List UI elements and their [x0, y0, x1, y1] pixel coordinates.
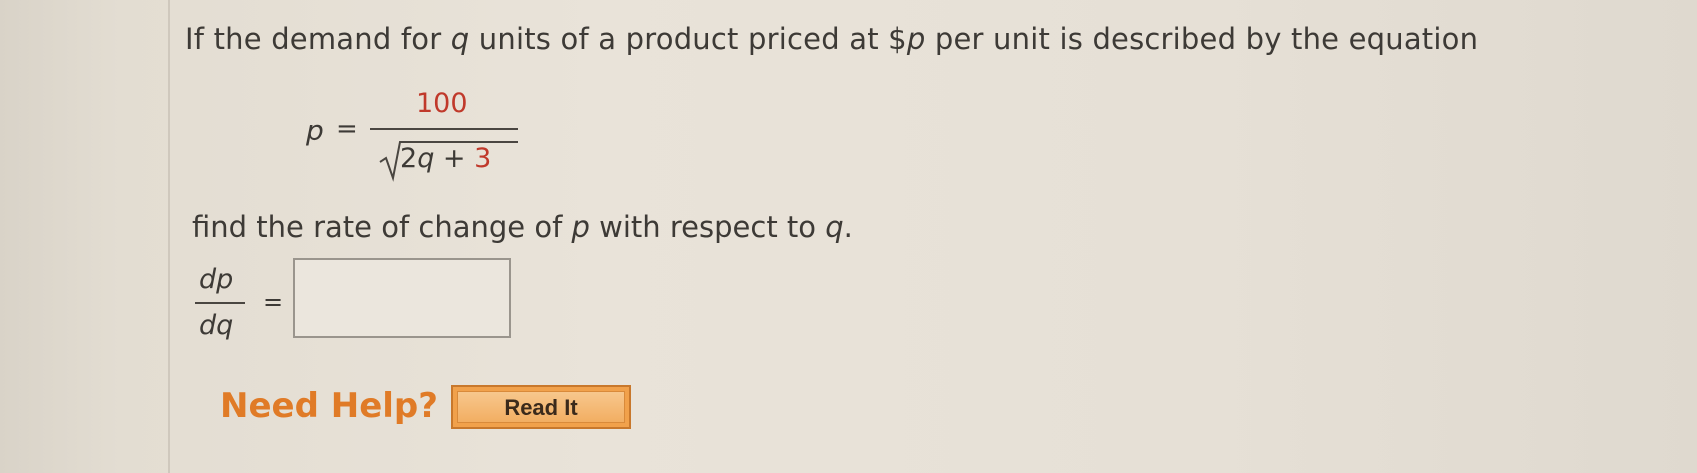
instruction-text-part: find the rate of change of — [192, 210, 572, 244]
derivative-label: dp dq = — [195, 258, 285, 348]
equation-lhs: p — [306, 114, 324, 147]
question-text-part: units of a product priced at $ — [469, 22, 907, 56]
fraction-denominator: 2q + 3 — [378, 138, 518, 182]
instruction-text: find the rate of change of p with respec… — [192, 210, 853, 244]
panel-divider — [168, 0, 170, 473]
instruction-text-part: with respect to — [589, 210, 826, 244]
variable-q: q — [825, 210, 844, 244]
variable-q: q — [450, 22, 470, 56]
question-text-part: If the demand for — [185, 22, 451, 56]
radicand-coefficient: 2 — [400, 143, 418, 174]
derivative-denominator: dq — [199, 310, 234, 341]
instruction-text-part: . — [843, 210, 853, 244]
radicand: 2q + 3 — [400, 143, 491, 174]
derivative-equals-sign: = — [263, 288, 284, 316]
derivative-fraction-bar — [195, 302, 245, 304]
question-panel: If the demand for q units of a product p… — [0, 0, 1697, 473]
read-it-button[interactable]: Read It — [451, 385, 631, 429]
question-text: If the demand for q units of a product p… — [185, 22, 1478, 56]
demand-equation: p = 100 2q + 3 — [300, 80, 540, 190]
variable-p: p — [571, 210, 590, 244]
question-text-part: per unit is described by the equation — [925, 22, 1479, 56]
need-help-label: Need Help? — [220, 386, 438, 426]
derivative-numerator: dp — [199, 264, 234, 295]
radicand-variable: q — [417, 143, 435, 174]
answer-input[interactable] — [293, 258, 511, 338]
read-it-button-label[interactable]: Read It — [457, 391, 625, 423]
fraction-bar — [370, 128, 518, 130]
radicand-constant: 3 — [474, 143, 492, 174]
equation-equals-sign: = — [336, 114, 358, 144]
fraction-numerator: 100 — [416, 88, 468, 119]
radicand-operator: + — [434, 143, 475, 174]
variable-p: p — [906, 22, 926, 56]
